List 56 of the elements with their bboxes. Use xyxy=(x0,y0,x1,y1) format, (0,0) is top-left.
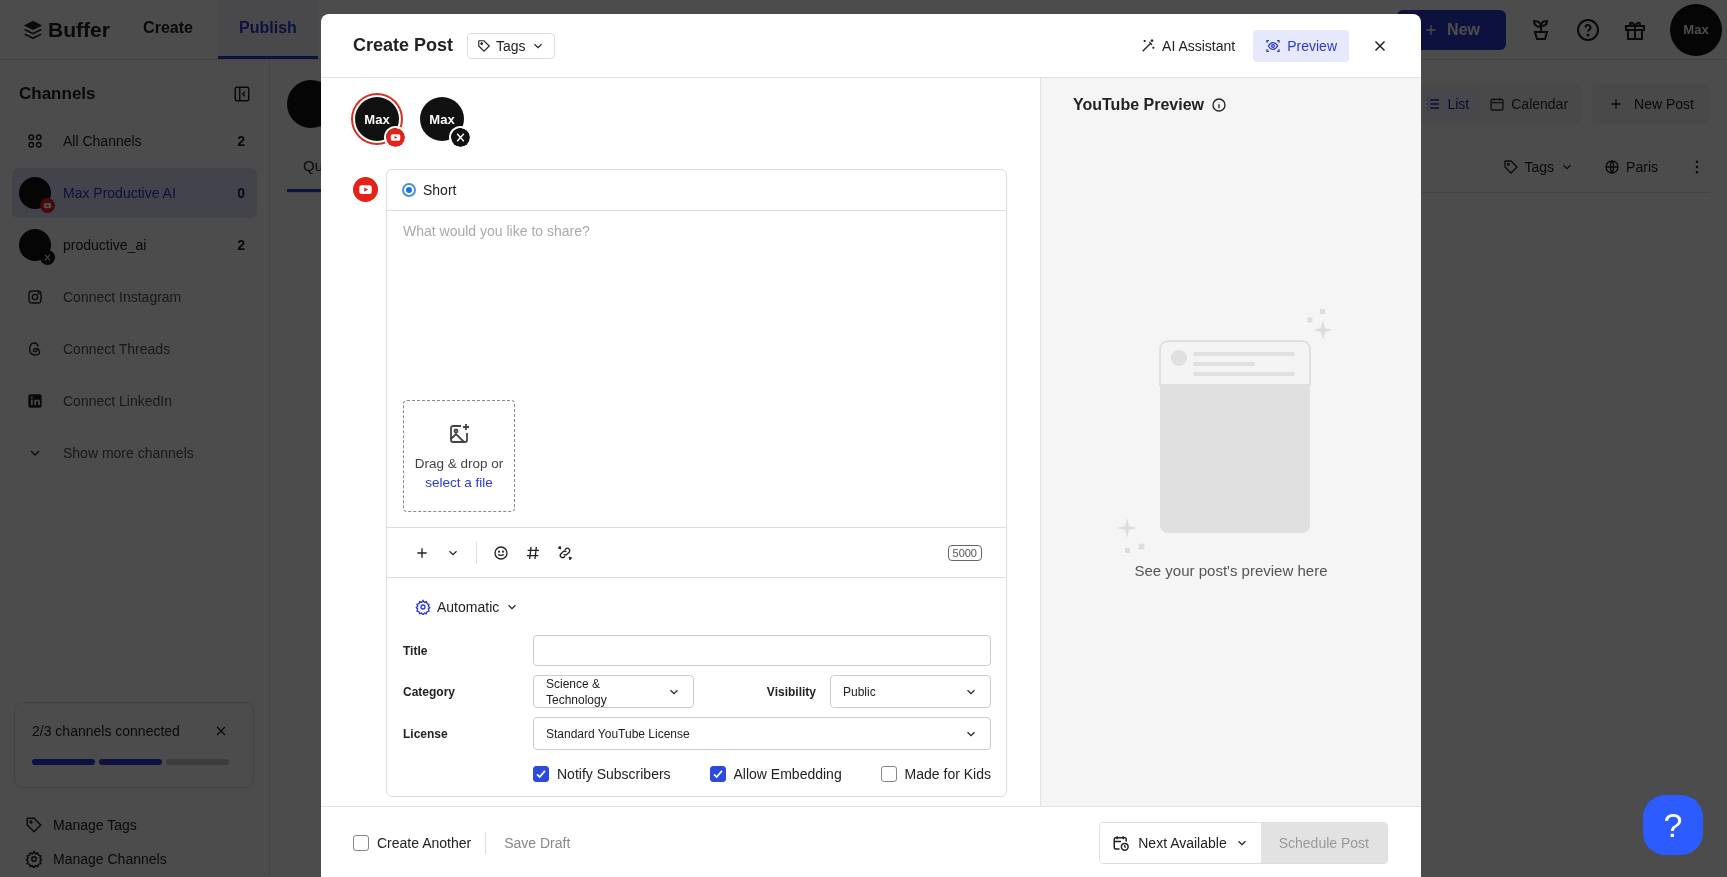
channel-avatar[interactable]: Max xyxy=(355,97,399,141)
radio-button[interactable] xyxy=(402,183,416,197)
add-image-icon xyxy=(447,422,471,446)
filter-button[interactable]: Paris xyxy=(1604,159,1658,175)
eye-icon xyxy=(1265,37,1282,54)
magic-wand-icon xyxy=(1140,37,1157,54)
help-button[interactable]: ? xyxy=(1643,795,1703,855)
checkbox[interactable] xyxy=(353,834,369,851)
emoji-icon[interactable] xyxy=(493,544,509,561)
sidebar-link[interactable]: Manage Tags xyxy=(12,808,257,842)
x-logo-icon xyxy=(451,128,470,147)
checkbox-label: Allow Embedding xyxy=(733,766,842,782)
checkbox-label: Create Another xyxy=(377,834,472,851)
text-input[interactable] xyxy=(533,635,991,666)
dropdown[interactable]: Standard YouTube License xyxy=(533,717,991,750)
dropzone-text: Drag & drop or xyxy=(414,456,504,471)
select-file-link[interactable]: select a file xyxy=(425,475,493,490)
progress-text: 2/3 channels connected xyxy=(32,723,180,739)
dialog-title: Create Post xyxy=(353,35,454,56)
character-count: 5000 xyxy=(947,544,982,561)
app-logo: Buffer xyxy=(48,17,110,42)
dropdown[interactable]: Science & Technology xyxy=(533,675,694,708)
youtube-icon xyxy=(353,177,378,202)
sidebar-link[interactable]: Manage Channels xyxy=(12,842,257,876)
view-toggle[interactable]: Calendar xyxy=(1479,89,1579,119)
checkbox[interactable] xyxy=(533,766,549,782)
youtube-icon xyxy=(386,128,405,147)
save-draft-button[interactable]: Save Draft xyxy=(504,834,571,851)
checkbox[interactable] xyxy=(880,766,897,782)
hashtag-icon[interactable] xyxy=(525,544,541,561)
channel-item[interactable]: All Channels 2 xyxy=(12,116,257,166)
automatic-dropdown[interactable]: Automatic xyxy=(403,594,520,620)
field-label: Visibility xyxy=(765,684,816,699)
checkbox-label: Made for Kids xyxy=(904,766,991,782)
tag-icon xyxy=(477,38,492,53)
checkbox[interactable] xyxy=(709,766,726,782)
ai-assistant-button[interactable]: AI Assistant xyxy=(1130,29,1246,62)
channel-item[interactable]: productive_ai 2 xyxy=(12,220,257,270)
dropdown[interactable]: Public xyxy=(830,675,991,708)
settings-icon xyxy=(415,599,431,615)
field-label: Category xyxy=(403,684,456,699)
radio-label: Short xyxy=(423,182,457,198)
link-icon[interactable] xyxy=(557,544,573,561)
filter-button[interactable]: Tags xyxy=(1502,159,1575,175)
tags-button[interactable]: Tags xyxy=(467,32,555,59)
channel-avatar[interactable]: Max xyxy=(420,97,464,141)
info-icon[interactable] xyxy=(1211,97,1227,113)
field-label: Title xyxy=(403,643,429,658)
sidebar-title: Channels xyxy=(19,84,96,104)
preview-title: YouTube Preview xyxy=(1073,96,1204,114)
checkbox-label: Notify Subscribers xyxy=(557,766,671,782)
calendar-clock-icon xyxy=(1112,833,1131,852)
preview-empty-text: See your post's preview here xyxy=(1134,562,1328,579)
preview-button[interactable]: Preview xyxy=(1253,29,1349,62)
nav-tab[interactable]: Create xyxy=(118,0,218,59)
field-label: License xyxy=(403,726,449,741)
